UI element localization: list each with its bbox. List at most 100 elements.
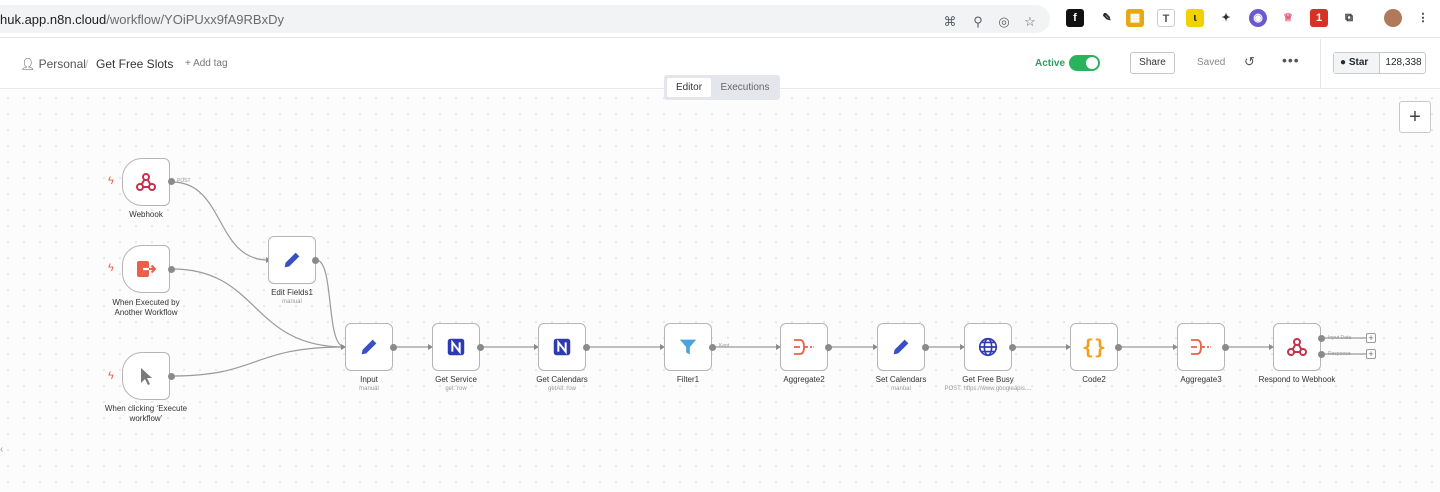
node-set-calendars[interactable] [877,323,925,371]
share-button[interactable]: Share [1130,52,1175,74]
output-port[interactable] [825,344,832,351]
node-aggregate2[interactable] [780,323,828,371]
node-edit-fields1[interactable] [268,236,316,284]
github-icon: ● [1340,57,1347,68]
url-text[interactable]: huk.app.n8n.cloud/workflow/YOiPUxx9fA9RB… [0,12,284,27]
crown-icon[interactable]: ♕ [1279,9,1297,27]
add-connection-button[interactable]: + [1366,333,1376,343]
node-subtitle: getAll: row [547,386,576,392]
add-tag-button[interactable]: + Add tag [185,58,228,69]
node-respond-to-webhook[interactable] [1273,323,1321,371]
extension-l-icon[interactable]: ɩ [1186,9,1204,27]
node-aggregate3[interactable] [1177,323,1225,371]
aggregate-icon [794,339,814,355]
trigger-bolt-icon: ϟ [108,175,114,187]
eyedropper-icon[interactable]: ✎ [1098,9,1116,27]
output-port[interactable] [168,266,175,273]
node-webhook[interactable] [122,158,170,206]
output-port[interactable] [1115,344,1122,351]
node-subtitle: POST: https://www.googleapis.... [944,386,1032,392]
node-label: Get Service [435,375,477,384]
add-node-button[interactable]: + [1399,101,1431,133]
node-label: Get Calendars [536,375,588,384]
node-when-clicking[interactable] [122,352,170,400]
output-port[interactable] [390,344,397,351]
sparkle-icon[interactable]: ✦ [1217,9,1235,27]
node-subtitle: get: row [445,386,467,392]
trigger-bolt-icon: ϟ [108,262,114,274]
output-port[interactable] [168,178,175,185]
translate-icon[interactable]: ⌘ [942,14,958,30]
globe-icon [978,337,998,357]
bookmark-star-icon[interactable]: ☆ [1022,14,1038,30]
zoom-icon[interactable]: ⚲ [970,14,986,30]
node-label: When Executed by Another Workflow [112,298,180,317]
output-port[interactable] [583,344,590,351]
workflow-canvas[interactable] [0,90,1440,492]
edge-label-kept: Kept [719,343,730,349]
output-port[interactable] [1009,344,1016,351]
output-port[interactable] [1222,344,1229,351]
node-input[interactable] [345,323,393,371]
pencil-icon [284,252,300,268]
browser-toolbar: huk.app.n8n.cloud/workflow/YOiPUxx9fA9RB… [0,0,1440,38]
node-label: When clicking ‘Execute workflow’ [104,404,188,423]
nocodb-icon [447,338,465,356]
breadcrumb-personal[interactable]: 👤︎ Personal [20,57,86,71]
tab-editor[interactable]: Editor [667,78,711,97]
active-toggle[interactable] [1069,55,1100,71]
workflow-name[interactable]: Get Free Slots [96,57,173,71]
toggle-knob [1086,57,1098,69]
github-star-button[interactable]: ● Star 128,338 [1333,52,1426,74]
trigger-bolt-icon: ϟ [108,370,114,382]
extension-badge-icon[interactable]: 1 [1310,9,1328,27]
node-label: Code2 [1082,375,1106,384]
output-port[interactable] [1318,335,1325,342]
node-label: Edit Fields1 [271,288,313,297]
more-options-icon[interactable]: ••• [1282,52,1300,68]
edge-label-input-data: Input Data [1328,335,1352,341]
add-connection-button[interactable]: + [1366,349,1376,359]
breadcrumb-separator: / [85,57,89,71]
node-label: Filter1 [676,375,700,384]
eye-off-icon[interactable]: ◎ [996,14,1012,30]
node-get-calendars[interactable] [538,323,586,371]
cursor-icon [141,368,152,385]
node-filter1[interactable] [664,323,712,371]
extension-fx-icon[interactable]: f [1066,9,1084,27]
node-label: Webhook [129,210,163,219]
editor-tabs: Editor Executions [664,75,780,100]
active-label: Active [1035,58,1066,69]
webhook-icon [1287,338,1307,356]
output-port[interactable] [312,257,319,264]
node-code2[interactable]: {} [1070,323,1118,371]
output-port[interactable] [1318,351,1325,358]
extension-grid-icon[interactable]: ▦ [1126,9,1144,27]
extension-t-icon[interactable]: T [1157,9,1175,27]
node-get-free-busy[interactable] [964,323,1012,371]
node-subtitle: manual [282,299,302,305]
output-port[interactable] [709,344,716,351]
tab-executions[interactable]: Executions [714,78,776,97]
github-star-count: 128,338 [1385,57,1422,68]
history-icon[interactable]: ↺ [1244,54,1255,70]
node-when-executed[interactable] [122,245,170,293]
address-bar[interactable]: huk.app.n8n.cloud/workflow/YOiPUxx9fA9RB… [0,5,1050,33]
webhook-icon [136,173,156,191]
code-braces-icon: {} [1081,335,1107,359]
avatar[interactable] [1384,9,1402,27]
puzzle-icon[interactable]: ⧉ [1340,9,1358,27]
node-label: Get Free Busy [962,375,1014,384]
output-port[interactable] [168,373,175,380]
extension-circle-icon[interactable]: ◉ [1249,9,1267,27]
pencil-icon [893,339,909,355]
output-port[interactable] [922,344,929,351]
collapse-handle-icon[interactable]: ‹ [0,444,3,455]
output-port[interactable] [477,344,484,351]
nocodb-icon [553,338,571,356]
kebab-menu-icon[interactable]: ⋮ [1414,9,1432,27]
node-label: Respond to Webhook [1258,375,1336,384]
edge-label-response: Response [1328,351,1351,357]
edge-label-post: POST [177,178,191,184]
node-get-service[interactable] [432,323,480,371]
